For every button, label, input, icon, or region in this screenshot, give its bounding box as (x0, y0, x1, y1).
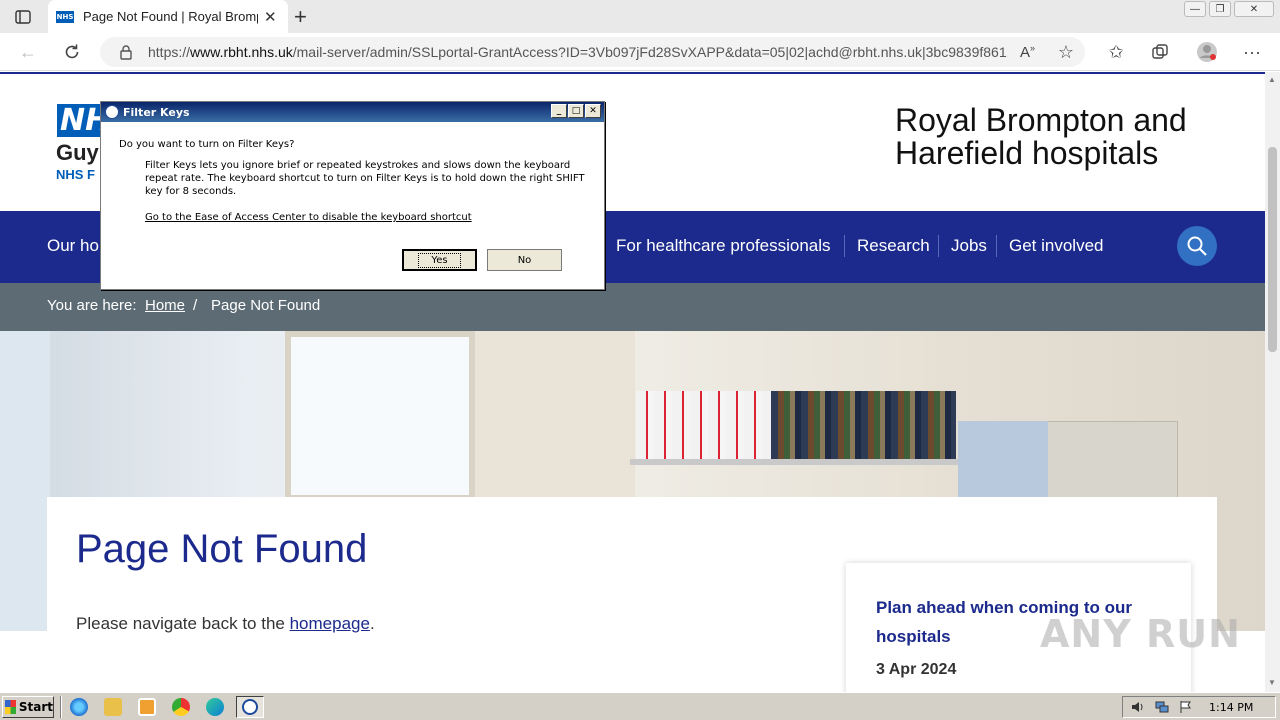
nav-item-research[interactable]: Research (857, 236, 930, 256)
start-button[interactable]: Start (2, 696, 54, 718)
add-favorite-icon[interactable]: ☆ (1055, 41, 1077, 63)
taskbar: Start 1:14 PM (0, 692, 1280, 720)
minimize-window-icon[interactable]: — (1184, 1, 1206, 17)
breadcrumb-current: Page Not Found (211, 297, 321, 314)
close-window-icon[interactable]: ✕ (1234, 1, 1274, 17)
dialog-minimize-icon[interactable]: _ (551, 104, 567, 118)
yes-button[interactable]: Yes (402, 249, 477, 271)
refresh-icon[interactable] (61, 41, 83, 63)
nav-separator (938, 235, 939, 257)
more-options-icon[interactable]: ··· (1241, 41, 1263, 63)
filter-keys-taskbar-item[interactable] (236, 696, 264, 718)
page-title: Page Not Found (76, 527, 368, 571)
hero-books (771, 391, 956, 459)
dialog-title-bar[interactable]: Filter Keys _ □ ✕ (101, 102, 604, 122)
page-message-period: . (369, 614, 375, 633)
collections-icon[interactable] (1149, 41, 1171, 63)
nav-item-get-involved[interactable]: Get involved (1009, 236, 1104, 256)
volume-icon[interactable] (1131, 700, 1145, 714)
hero-window (285, 331, 475, 501)
page-message: Please navigate back to the homepage. (76, 614, 375, 634)
yes-button-label: Yes (418, 252, 461, 268)
edge-icon[interactable] (206, 698, 224, 716)
homepage-link[interactable]: homepage (290, 614, 370, 633)
search-button[interactable] (1177, 226, 1217, 266)
hero-shelf (630, 459, 960, 465)
top-accent-line (0, 72, 1265, 74)
dialog-close-icon[interactable]: ✕ (585, 104, 601, 118)
dialog-question: Do you want to turn on Filter Keys? (119, 139, 295, 150)
browser-tab-bar: NHS Page Not Found | Royal Brompton ✕ + … (0, 0, 1280, 33)
dialog-maximize-icon[interactable]: □ (568, 104, 584, 118)
action-center-flag-icon[interactable] (1179, 700, 1193, 714)
breadcrumb-separator: / (193, 297, 198, 314)
start-label: Start (18, 700, 53, 714)
scrollbar-thumb[interactable] (1268, 147, 1277, 352)
no-button[interactable]: No (487, 249, 562, 271)
nhs-favicon-icon: NHS (56, 10, 74, 23)
browser-tab-active[interactable]: NHS Page Not Found | Royal Brompton ✕ (48, 0, 288, 33)
nav-item-jobs[interactable]: Jobs (951, 236, 987, 256)
breadcrumb: You are here: Home / Page Not Found (0, 283, 1265, 331)
page-scrollbar[interactable]: ▲ ▼ (1265, 72, 1280, 692)
nav-separator (844, 235, 845, 257)
lock-icon[interactable] (118, 44, 134, 60)
system-tray: 1:14 PM (1122, 696, 1276, 718)
back-icon[interactable]: ← (17, 41, 39, 63)
tab-actions-icon[interactable] (10, 6, 36, 28)
windows-logo-icon (5, 700, 16, 714)
nav-separator (996, 235, 997, 257)
media-player-icon[interactable] (138, 698, 156, 716)
ease-of-access-link[interactable]: Go to the Ease of Access Center to disab… (145, 212, 472, 223)
hero-window-left (0, 331, 50, 631)
address-toolbar: ← https://www.rbht.nhs.uk/mail-server/ad… (0, 33, 1280, 71)
trust-logo-line1: Guy (56, 140, 99, 165)
accessibility-icon (105, 105, 119, 119)
tab-title: Page Not Found | Royal Brompton (83, 9, 258, 24)
tab-close-icon[interactable]: ✕ (264, 8, 277, 26)
taskbar-separator (60, 696, 62, 718)
scroll-up-icon[interactable]: ▲ (1268, 75, 1276, 84)
restore-window-icon[interactable]: ❐ (1209, 1, 1231, 17)
breadcrumb-prefix: You are here: (47, 297, 137, 314)
filter-keys-dialog: Filter Keys _ □ ✕ Do you want to turn on… (100, 101, 605, 290)
nav-item-our-hospitals[interactable]: Our ho (47, 236, 99, 256)
dialog-description: Filter Keys lets you ignore brief or rep… (145, 160, 585, 197)
hero-binders (636, 391, 771, 459)
search-icon (1187, 236, 1207, 256)
news-card-date: 3 Apr 2024 (876, 661, 957, 678)
accessibility-taskbar-icon (242, 699, 258, 715)
favorites-icon[interactable]: ✩ (1105, 41, 1127, 63)
site-title[interactable]: Royal Brompton and Harefield hospitals (895, 104, 1187, 170)
breadcrumb-home-link[interactable]: Home (145, 297, 185, 314)
page-message-text: Please navigate back to the (76, 614, 290, 633)
watermark-logo: ANY RUN (1040, 612, 1241, 656)
profile-avatar-icon[interactable] (1196, 41, 1218, 63)
chrome-icon[interactable] (172, 698, 190, 716)
internet-explorer-icon[interactable] (70, 698, 88, 716)
url-text: https://www.rbht.nhs.uk/mail-server/admi… (148, 44, 1008, 60)
url-field[interactable]: https://www.rbht.nhs.uk/mail-server/admi… (100, 37, 1085, 67)
scroll-down-icon[interactable]: ▼ (1268, 678, 1276, 687)
file-explorer-icon[interactable] (104, 698, 122, 716)
taskbar-clock[interactable]: 1:14 PM (1209, 701, 1253, 714)
new-tab-icon[interactable]: + (294, 4, 307, 30)
nav-item-healthcare-professionals[interactable]: For healthcare professionals (616, 236, 831, 256)
site-title-line2: Harefield hospitals (895, 135, 1159, 171)
trust-logo-line2: NHS F (56, 167, 95, 182)
dialog-body: Do you want to turn on Filter Keys? Filt… (101, 122, 604, 289)
network-icon[interactable] (1155, 700, 1169, 714)
dialog-title: Filter Keys (123, 105, 190, 119)
site-title-line1: Royal Brompton and (895, 102, 1187, 138)
read-aloud-icon[interactable]: A» (1020, 43, 1035, 61)
